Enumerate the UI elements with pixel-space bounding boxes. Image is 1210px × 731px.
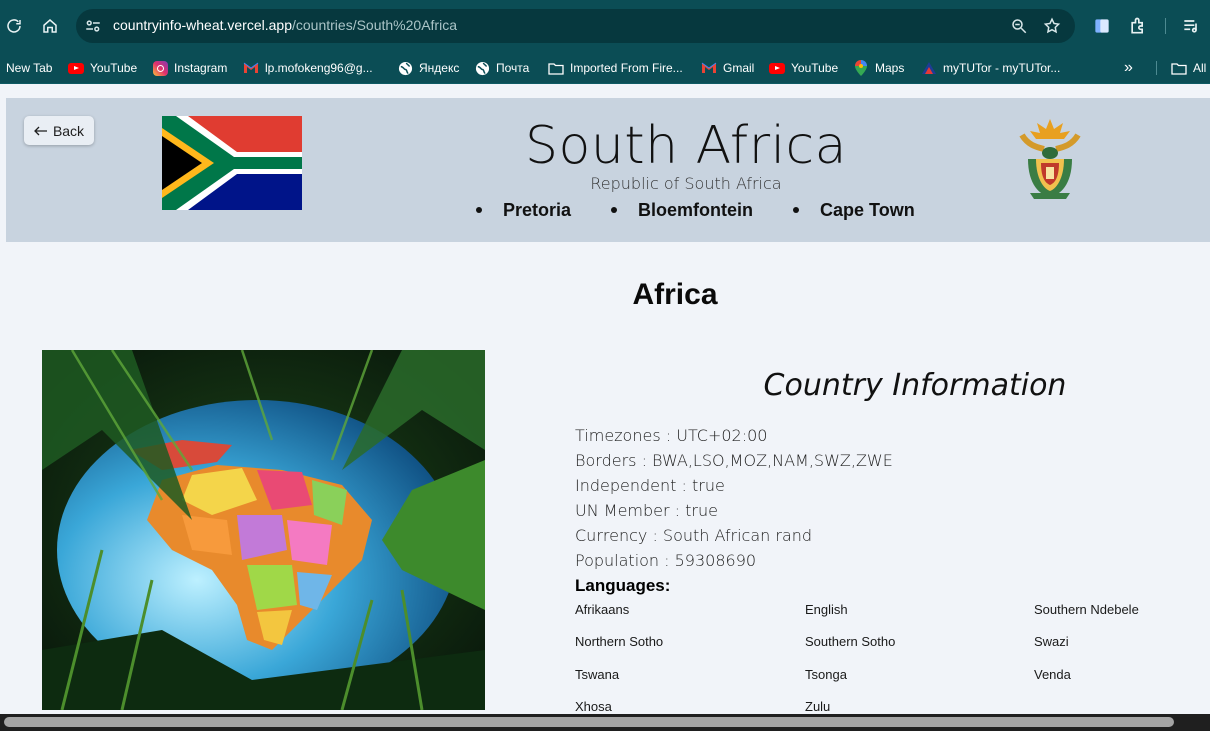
- coat-of-arms: [1019, 119, 1081, 199]
- browser-toolbar: countryinfo-wheat.vercel.app/countries/S…: [0, 0, 1210, 52]
- country-information-title: Country Information: [763, 368, 1067, 403]
- region-heading: Africa: [632, 278, 718, 311]
- bookmark-gmail-account[interactable]: lp.mofokeng96@g...: [243, 52, 373, 84]
- gmail-icon: [701, 60, 717, 76]
- bookmark-label: Instagram: [174, 61, 228, 75]
- globe-icon: [474, 60, 490, 76]
- site-settings-icon[interactable]: [84, 17, 102, 35]
- language-item: Southern Sotho: [805, 634, 896, 649]
- home-icon: [43, 19, 57, 33]
- capitals-list: Pretoria Bloemfontein Cape Town: [472, 198, 915, 222]
- fact-timezones: Timezones : UTC+02:00: [575, 426, 768, 445]
- bookmark-label: New Tab: [6, 61, 53, 75]
- youtube-icon: [769, 60, 785, 76]
- language-item: Swazi: [1034, 634, 1069, 649]
- bookmark-label: Maps: [875, 61, 905, 75]
- bookmark-youtube[interactable]: YouTube: [68, 52, 137, 84]
- reading-list-icon[interactable]: [1092, 16, 1112, 36]
- bookmarks-divider: [1156, 61, 1157, 75]
- bookmark-label: myTUTor - myTUTor...: [943, 61, 1061, 75]
- mytutor-icon: [921, 60, 937, 76]
- back-label: Back: [52, 122, 85, 139]
- bookmark-label: All: [1193, 61, 1207, 75]
- language-item: Northern Sotho: [575, 634, 664, 649]
- languages-heading: Languages:: [575, 576, 671, 595]
- country-header: Back South Africa Republic of South Afri…: [6, 98, 1210, 242]
- bookmark-folder-imported[interactable]: Imported From Fire...: [548, 52, 683, 84]
- folder-icon: [1171, 60, 1187, 76]
- country-flag: [162, 116, 302, 210]
- official-name: Republic of South Africa: [590, 174, 782, 193]
- globe-icon: [397, 60, 413, 76]
- url-text[interactable]: countryinfo-wheat.vercel.app/countries/S…: [113, 17, 457, 33]
- address-bar[interactable]: countryinfo-wheat.vercel.app/countries/S…: [76, 9, 1075, 43]
- bookmark-maps[interactable]: Maps: [853, 52, 904, 84]
- youtube-icon: [68, 60, 84, 76]
- scrollbar-thumb[interactable]: [4, 717, 1174, 727]
- gmail-icon: [243, 60, 259, 76]
- bookmark-label: YouTube: [90, 61, 138, 75]
- media-controls-icon[interactable]: [1181, 16, 1201, 36]
- bookmark-new-tab[interactable]: New Tab: [6, 52, 52, 84]
- globe-photo: [42, 350, 485, 710]
- folder-icon: [548, 60, 564, 76]
- instagram-icon: [152, 60, 168, 76]
- country-facts: Timezones : UTC+02:00 Borders : BWA,LSO,…: [575, 423, 893, 573]
- language-item: Southern Ndebele: [1034, 602, 1139, 617]
- bookmark-instagram[interactable]: Instagram: [152, 52, 227, 84]
- capital-item: Cape Town: [789, 198, 915, 222]
- fact-currency: Currency : South African rand: [575, 526, 813, 545]
- arrow-left-icon: [34, 126, 47, 135]
- page-content: Back South Africa Republic of South Afri…: [0, 84, 1210, 714]
- language-item: Tsonga: [805, 667, 847, 682]
- language-item: Tswana: [575, 667, 620, 682]
- fact-independent: Independent : true: [575, 476, 725, 495]
- home-button[interactable]: [37, 13, 63, 39]
- bookmark-gmail[interactable]: Gmail: [701, 52, 754, 84]
- language-item: English: [805, 602, 848, 617]
- horizontal-scrollbar[interactable]: [0, 714, 1210, 731]
- bookmark-star-icon[interactable]: [1043, 17, 1061, 35]
- extensions-icon[interactable]: [1128, 16, 1148, 36]
- bookmark-yandex[interactable]: Яндекс: [397, 52, 459, 84]
- language-item: Xhosa: [575, 699, 612, 714]
- bookmark-label: Яндекс: [419, 61, 460, 75]
- reload-button[interactable]: [1, 13, 27, 39]
- bookmark-label: Gmail: [723, 61, 755, 75]
- zoom-icon[interactable]: [1010, 17, 1028, 35]
- country-name: South Africa: [525, 116, 847, 176]
- bookmark-label: YouTube: [791, 61, 839, 75]
- bookmark-pochta[interactable]: Почта: [474, 52, 529, 84]
- capital-item: Pretoria: [472, 198, 571, 222]
- all-bookmarks-button[interactable]: All: [1171, 52, 1206, 84]
- url-path: /countries/South%20Africa: [292, 17, 457, 33]
- maps-icon: [853, 60, 869, 76]
- language-item: Afrikaans: [575, 602, 630, 617]
- bookmark-label: lp.mofokeng96@g...: [265, 61, 373, 75]
- bookmark-mytutor[interactable]: myTUTor - myTUTor...: [921, 52, 1060, 84]
- chevron-double-right-icon: »: [1124, 59, 1133, 76]
- language-item: Zulu: [805, 699, 831, 714]
- bookmarks-bar: New Tab YouTube Instagram lp.mofokeng96@…: [0, 52, 1210, 84]
- bookmark-youtube-2[interactable]: YouTube: [769, 52, 838, 84]
- language-item: Venda: [1034, 667, 1071, 682]
- reload-icon: [7, 19, 21, 33]
- fact-un-member: UN Member : true: [575, 501, 718, 520]
- toolbar-divider: [1165, 18, 1166, 34]
- fact-borders: Borders : BWA,LSO,MOZ,NAM,SWZ,ZWE: [575, 451, 893, 470]
- bookmark-label: Imported From Fire...: [570, 61, 683, 75]
- url-host: countryinfo-wheat.vercel.app: [113, 17, 292, 33]
- capital-item: Bloemfontein: [607, 198, 753, 222]
- bookmark-label: Почта: [496, 61, 530, 75]
- bookmarks-overflow-button[interactable]: »: [1124, 52, 1133, 84]
- fact-population: Population : 59308690: [575, 551, 757, 570]
- back-button[interactable]: Back: [24, 116, 94, 145]
